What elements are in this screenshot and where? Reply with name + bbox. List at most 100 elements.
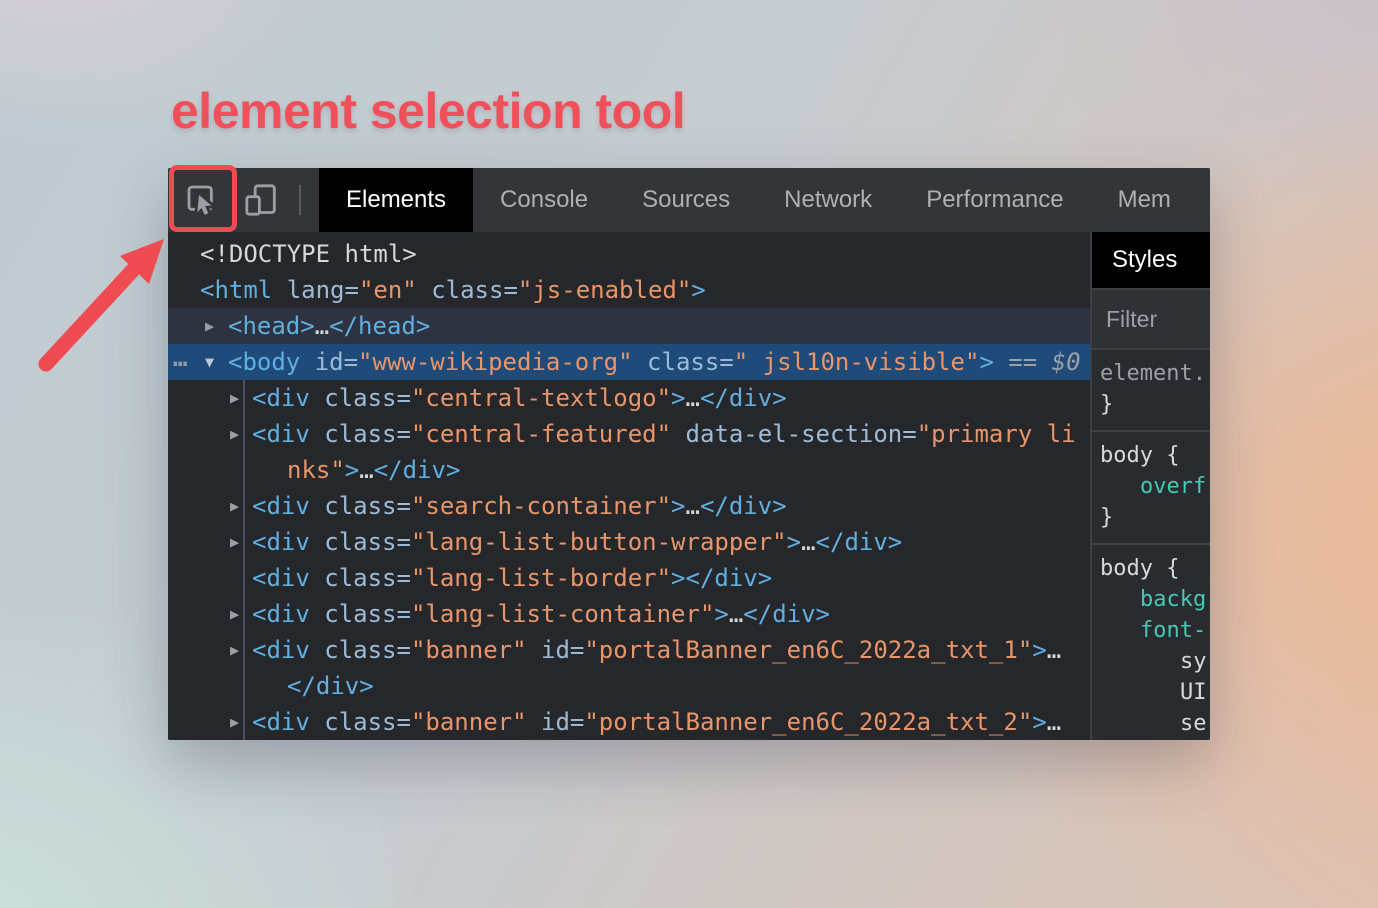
code-token: "en" bbox=[359, 276, 417, 304]
tree-row[interactable]: ▶<div class="search-container">…</div> bbox=[168, 488, 1090, 524]
code-token: "banner" bbox=[411, 636, 527, 664]
devtools-tab-bar: ElementsConsoleSourcesNetworkPerformance… bbox=[319, 168, 1198, 232]
code-token: id= bbox=[527, 708, 585, 736]
code-token: "banner" bbox=[411, 708, 527, 736]
tree-row[interactable]: ▶<div class="lang-list-button-wrapper">…… bbox=[168, 524, 1090, 560]
code-token: "www-wikipedia-org" bbox=[358, 348, 633, 376]
code-token: == bbox=[994, 348, 1052, 376]
expand-arrow-icon[interactable]: ▶ bbox=[230, 380, 239, 416]
css-line: sy bbox=[1100, 646, 1210, 677]
code-token: "portalBanner_en6C_2022a_txt_1" bbox=[584, 636, 1032, 664]
tree-row[interactable]: <html lang="en" class="js-enabled"> bbox=[168, 272, 1090, 308]
code-token: <div bbox=[252, 528, 310, 556]
code-token: lang= bbox=[272, 276, 359, 304]
tree-row[interactable]: <div class="lang-list-border"></div> bbox=[168, 560, 1090, 596]
code-token: <div bbox=[252, 384, 310, 412]
tab-styles[interactable]: Styles bbox=[1092, 232, 1210, 288]
css-rule[interactable]: element.} bbox=[1092, 350, 1210, 432]
code-token: class= bbox=[310, 708, 411, 736]
expand-arrow-icon[interactable]: ▶ bbox=[205, 308, 214, 344]
code-token: <body bbox=[228, 348, 300, 376]
css-line: se bbox=[1100, 708, 1210, 739]
tab-console[interactable]: Console bbox=[473, 168, 615, 232]
code-token: <div bbox=[252, 600, 310, 628]
tree-row[interactable]: ▶ <div class="lang-list-container">…</div… bbox=[168, 596, 1090, 632]
css-line: font- bbox=[1100, 739, 1210, 740]
css-rule[interactable]: body {overf} bbox=[1092, 432, 1210, 545]
devtools-toolbar: ElementsConsoleSourcesNetworkPerformance… bbox=[168, 168, 1210, 232]
css-line: overf bbox=[1100, 471, 1210, 502]
device-toolbar-button[interactable] bbox=[240, 179, 282, 221]
css-line: font- bbox=[1100, 615, 1210, 646]
code-token: > bbox=[345, 456, 359, 484]
code-token: </div> bbox=[374, 456, 461, 484]
code-token: "lang-list-container" bbox=[411, 600, 714, 628]
code-token: "lang-list-border" bbox=[411, 564, 671, 592]
expand-arrow-icon[interactable]: ▶ bbox=[230, 488, 239, 524]
screenshot-canvas: { "annotation": { "title": "element sele… bbox=[0, 0, 1378, 908]
tab-sources[interactable]: Sources bbox=[615, 168, 757, 232]
expand-arrow-icon[interactable]: ▶ bbox=[230, 704, 239, 740]
code-token: class= bbox=[310, 528, 411, 556]
code-token: class= bbox=[310, 600, 411, 628]
code-token: data-el-section= bbox=[671, 420, 917, 448]
css-line: } bbox=[1100, 389, 1210, 420]
expand-arrow-icon[interactable]: ▶ bbox=[230, 596, 239, 632]
code-token: "js-enabled" bbox=[518, 276, 691, 304]
elements-tree-panel: <!DOCTYPE html> <html lang="en" class="js… bbox=[168, 232, 1090, 740]
annotation-highlight-box bbox=[169, 165, 237, 232]
code-token: <!DOCTYPE html> bbox=[200, 240, 417, 268]
styles-sidebar: Styles Filter element.}body {overf}body … bbox=[1090, 232, 1210, 740]
code-token: … bbox=[729, 600, 743, 628]
tree-row[interactable]: ▶ <div class="central-textlogo">…</div> bbox=[168, 380, 1090, 416]
code-token: </div> bbox=[287, 672, 374, 700]
tree-row[interactable]: nks">…</div> bbox=[168, 452, 1090, 488]
code-token: </div> bbox=[700, 492, 787, 520]
expand-arrow-icon[interactable]: ▶ bbox=[230, 632, 239, 668]
tree-row[interactable]: ▶<div class="central-featured" data-el-s… bbox=[168, 416, 1090, 452]
tree-row[interactable]: …▼<body id="www-wikipedia-org" class=" j… bbox=[168, 344, 1090, 380]
css-line: backg bbox=[1100, 584, 1210, 615]
devtools-main: <!DOCTYPE html> <html lang="en" class="js… bbox=[168, 232, 1210, 740]
code-token: </div> bbox=[700, 384, 787, 412]
tree-row[interactable]: </div> bbox=[168, 668, 1090, 704]
code-token: ></div> bbox=[671, 564, 772, 592]
code-token: </div> bbox=[816, 528, 903, 556]
tab-network[interactable]: Network bbox=[757, 168, 899, 232]
code-token: > bbox=[979, 348, 993, 376]
code-token: class= bbox=[633, 348, 734, 376]
code-token: <div bbox=[252, 420, 310, 448]
code-token: > bbox=[1032, 708, 1046, 736]
code-token: nks" bbox=[287, 456, 345, 484]
css-rule[interactable]: body {backgfont-syUIsefont- bbox=[1092, 545, 1210, 740]
code-token: … bbox=[686, 384, 700, 412]
code-token: "central-textlogo" bbox=[411, 384, 671, 412]
tab-elements[interactable]: Elements bbox=[319, 168, 473, 232]
expand-arrow-icon[interactable]: ▶ bbox=[230, 416, 239, 452]
devtools-window: ElementsConsoleSourcesNetworkPerformance… bbox=[168, 168, 1210, 740]
code-token: class= bbox=[310, 384, 411, 412]
more-actions-dots[interactable]: … bbox=[173, 340, 188, 376]
code-token: </div> bbox=[743, 600, 830, 628]
collapse-arrow-icon[interactable]: ▼ bbox=[205, 344, 214, 380]
code-token: > bbox=[691, 276, 705, 304]
expand-arrow-icon[interactable]: ▶ bbox=[230, 524, 239, 560]
tree-row[interactable]: <!DOCTYPE html> bbox=[168, 236, 1090, 272]
styles-filter-input[interactable]: Filter bbox=[1092, 288, 1210, 350]
tree-row[interactable]: ▶<head>…</head> bbox=[168, 308, 1090, 344]
code-token: <div bbox=[252, 564, 310, 592]
code-token: "search-container" bbox=[411, 492, 671, 520]
code-token: class= bbox=[310, 420, 411, 448]
tab-mem[interactable]: Mem bbox=[1091, 168, 1198, 232]
code-token: … bbox=[359, 456, 373, 484]
toolbar-divider bbox=[299, 185, 301, 215]
tree-row[interactable]: ▶<div class="banner" id="portalBanner_en… bbox=[168, 632, 1090, 668]
code-token: > bbox=[787, 528, 801, 556]
code-token: > bbox=[671, 384, 685, 412]
tab-performance[interactable]: Performance bbox=[899, 168, 1090, 232]
tree-row[interactable]: ▶<div class="banner" id="portalBanner_en… bbox=[168, 704, 1090, 740]
styles-tabstrip: Styles bbox=[1092, 232, 1210, 288]
css-line: } bbox=[1100, 502, 1210, 533]
code-token: > bbox=[1032, 636, 1046, 664]
code-token: > bbox=[714, 600, 728, 628]
